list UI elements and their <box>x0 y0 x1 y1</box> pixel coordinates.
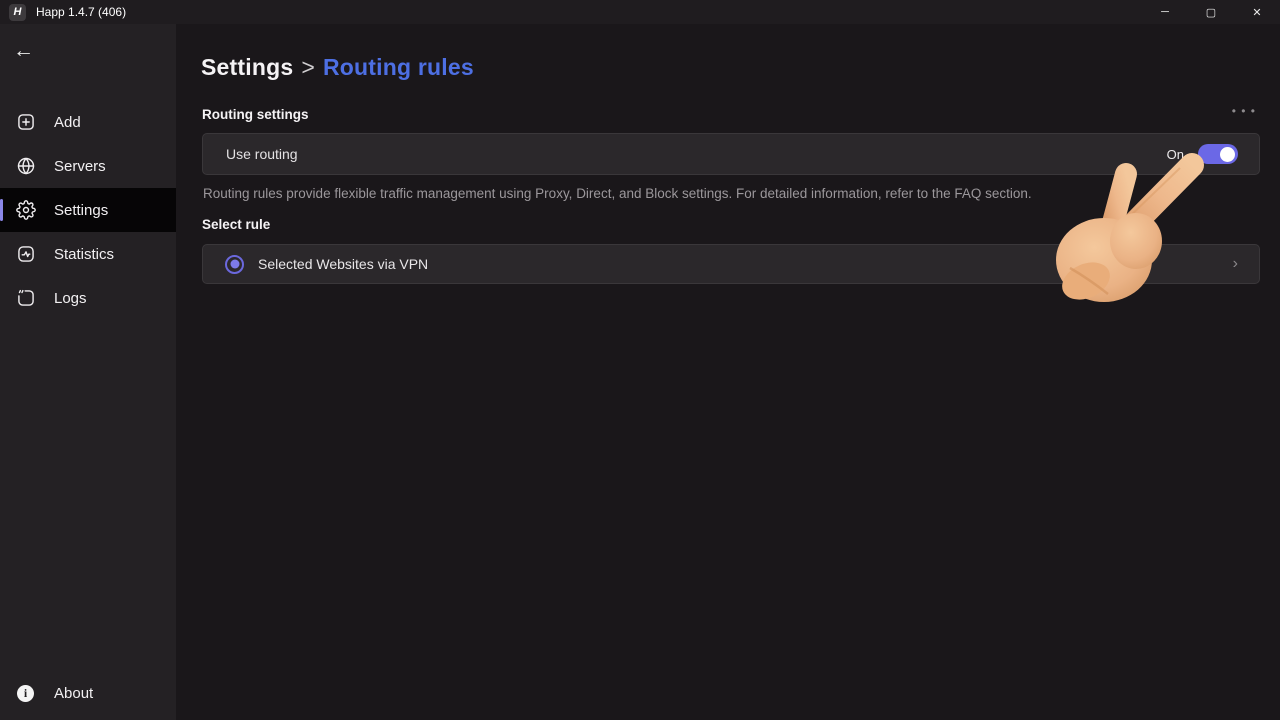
sidebar-item-about[interactable]: i About <box>0 674 176 712</box>
sidebar-item-label: Logs <box>54 289 87 307</box>
sidebar-nav: Add Servers Settings Statistics Logs <box>0 100 176 320</box>
sidebar-item-statistics[interactable]: Statistics <box>0 232 176 276</box>
select-rule-heading: Select rule <box>202 217 271 232</box>
sidebar: ← Add Servers Settings Statistics Logs i… <box>0 24 176 720</box>
rule-row[interactable]: Selected Websites via VPN › <box>202 244 1260 284</box>
toggle-state-label: On <box>1166 146 1184 162</box>
routing-description: Routing rules provide flexible traffic m… <box>203 186 1032 201</box>
info-icon: i <box>17 684 34 702</box>
logs-icon <box>16 288 36 308</box>
globe-icon <box>16 156 36 176</box>
sidebar-item-settings[interactable]: Settings <box>0 188 176 232</box>
chevron-right-icon: › <box>1232 255 1238 272</box>
sidebar-item-label: Statistics <box>54 245 115 263</box>
add-square-icon <box>16 112 36 132</box>
about-label: About <box>54 684 94 702</box>
radio-dot <box>230 259 239 269</box>
rule-radio-button[interactable] <box>225 254 244 274</box>
sidebar-item-servers[interactable]: Servers <box>0 144 176 188</box>
sidebar-item-label: Settings <box>54 201 109 219</box>
use-routing-row: Use routing On <box>202 133 1260 175</box>
use-routing-toggle[interactable] <box>1198 144 1238 164</box>
breadcrumb-separator: > <box>301 54 315 80</box>
activity-icon <box>16 244 36 264</box>
window-controls: ─ ▢ ✕ <box>1142 0 1280 24</box>
breadcrumb: Settings > Routing rules <box>201 54 474 81</box>
use-routing-label: Use routing <box>226 146 298 162</box>
sidebar-item-label: Add <box>54 113 81 131</box>
more-options-button[interactable]: • • • <box>1232 104 1256 118</box>
breadcrumb-parent[interactable]: Settings <box>201 54 293 80</box>
rule-label: Selected Websites via VPN <box>258 256 429 272</box>
use-routing-toggle-group: On <box>1167 144 1238 164</box>
sidebar-item-label: Servers <box>54 157 106 175</box>
sidebar-item-logs[interactable]: Logs <box>0 276 176 320</box>
toggle-knob <box>1220 146 1235 162</box>
minimize-button[interactable]: ─ <box>1142 0 1188 24</box>
main-content: Settings > Routing rules Routing settings … <box>176 24 1280 720</box>
close-button[interactable]: ✕ <box>1234 0 1280 24</box>
back-button[interactable]: ← <box>13 40 34 61</box>
page-title: Routing rules <box>322 54 474 80</box>
routing-settings-heading: Routing settings <box>202 107 309 122</box>
app-title: Happ 1.4.7 (406) <box>36 5 127 19</box>
maximize-button[interactable]: ▢ <box>1188 0 1234 24</box>
gear-icon <box>16 200 36 220</box>
titlebar: H Happ 1.4.7 (406) ─ ▢ ✕ <box>0 0 1280 24</box>
app-logo-icon: H <box>9 3 26 21</box>
sidebar-item-add[interactable]: Add <box>0 100 176 144</box>
